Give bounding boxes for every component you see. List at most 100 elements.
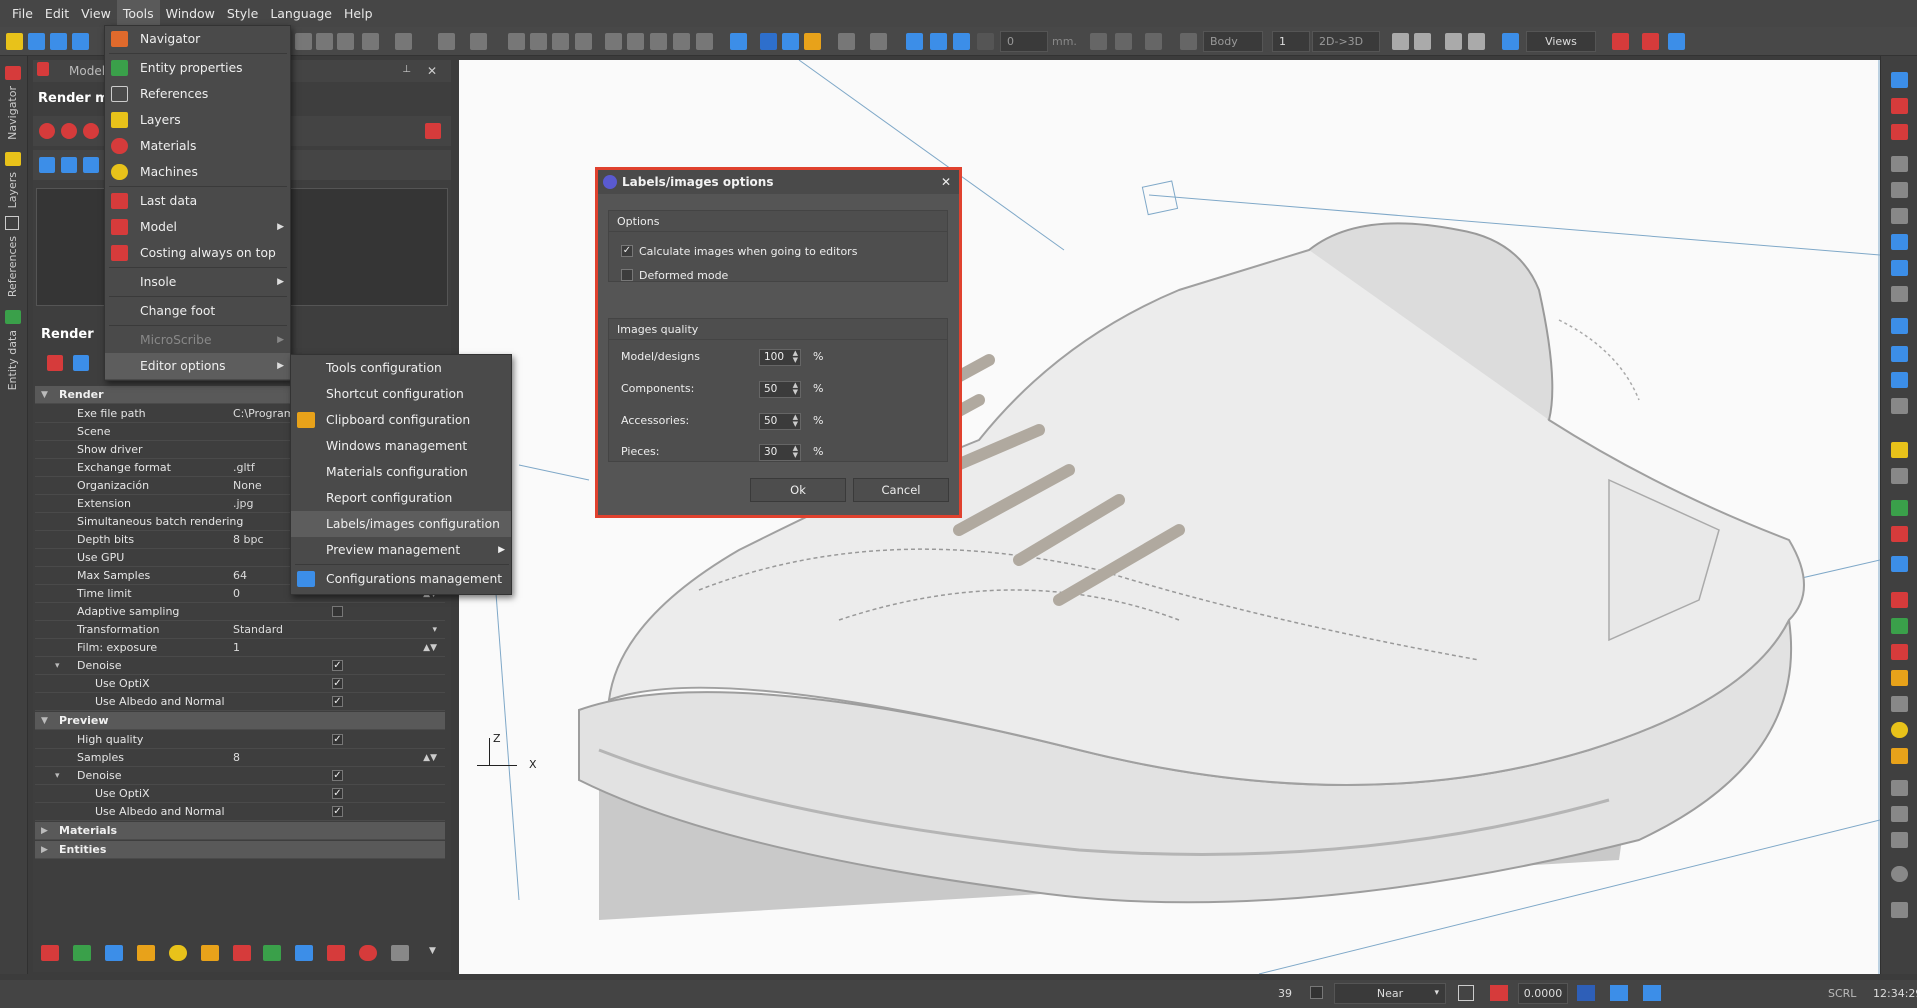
point-icon[interactable] [395,33,412,50]
lock-icon[interactable] [804,33,821,50]
snap-icon[interactable] [870,33,887,50]
angle-icon[interactable] [838,33,855,50]
optix-checkbox[interactable]: ✓ [332,788,343,799]
collapse-icon[interactable]: ▾ [55,767,60,785]
tab-navigator[interactable]: Navigator [6,86,19,140]
right-tool-24-icon[interactable] [1891,722,1908,738]
spin-arrows-icon[interactable]: ▲ ▼ [793,382,798,396]
menu-tools[interactable]: Tools [116,0,160,27]
prop-value[interactable]: 0 [233,585,240,603]
ruler-icon[interactable] [575,33,592,50]
list-icon[interactable] [1668,33,1685,50]
sync-icon[interactable] [1610,985,1628,1001]
menu-item-machines[interactable]: Machines [105,159,290,185]
spin-icon[interactable]: ▲▼ [423,749,437,767]
spin-arrows-icon[interactable]: ▲ ▼ [793,350,798,364]
right-tool-18-icon[interactable] [1891,556,1908,572]
shoe-side-icon[interactable] [1445,33,1462,50]
menu-view[interactable]: View [75,0,117,27]
tool-1-icon[interactable] [41,945,59,961]
menu-window[interactable]: Window [160,0,221,27]
dropdown-icon[interactable]: ▾ [432,621,437,639]
submenu-shortcut-configuration[interactable]: Shortcut configuration [291,381,511,407]
rect-icon[interactable] [627,33,644,50]
count-field[interactable]: 1 [1272,31,1310,52]
shoe-top-icon[interactable] [1468,33,1485,50]
components-spinbox[interactable]: 50 ▲ ▼ [759,381,801,398]
calculate-images-checkbox[interactable]: ✓ [621,245,633,257]
save-as-icon[interactable] [50,33,67,50]
prop-row[interactable]: ▾ Denoise ✓ [35,657,445,675]
save-icon[interactable] [28,33,45,50]
menu-edit[interactable]: Edit [39,0,75,27]
prop-value[interactable]: 64 [233,567,247,585]
square-icon[interactable] [977,33,994,50]
menu-style[interactable]: Style [221,0,264,27]
body-icon[interactable] [1180,33,1197,50]
menu-item-editor-options[interactable]: Editor options ▶ [105,353,290,379]
right-tool-12-icon[interactable] [1891,372,1908,388]
camera-icon[interactable] [1502,33,1519,50]
open-icon[interactable] [6,33,23,50]
mode-select[interactable]: 2D->3D [1312,31,1380,52]
albedo-normal-checkbox[interactable]: ✓ [332,806,343,817]
right-tool-8-icon[interactable] [1891,260,1908,276]
tab-entity-data[interactable]: Entity data [6,330,19,390]
right-tool-1-icon[interactable] [1891,72,1908,88]
close-icon[interactable]: ✕ [427,64,437,78]
paste-icon[interactable] [337,33,354,50]
model-designs-spinbox[interactable]: 100 ▲ ▼ [759,349,801,366]
grid-status-icon[interactable] [1458,985,1474,1001]
tool-4-icon[interactable] [137,945,155,961]
prop-row[interactable]: Use Albedo and Normal ✓ [35,693,445,711]
ok-button[interactable]: Ok [750,478,846,502]
camera-1-icon[interactable] [39,157,55,173]
menu-item-references[interactable]: References [105,81,290,107]
spin-arrows-icon[interactable]: ▲ ▼ [793,414,798,428]
more-tools-icon[interactable]: ▼ [429,946,436,956]
target-icon[interactable] [508,33,525,50]
scale-icon[interactable] [953,33,970,50]
menu-item-change-foot[interactable]: Change foot [105,298,290,324]
right-tool-21-icon[interactable] [1891,644,1908,660]
denoise-checkbox[interactable]: ✓ [332,770,343,781]
prop-row[interactable]: Adaptive sampling [35,603,445,621]
pencil-icon[interactable] [530,33,547,50]
rotate-icon[interactable] [930,33,947,50]
prop-value[interactable]: Standard [233,621,283,639]
right-tool-10-icon[interactable] [1891,318,1908,334]
cut-icon[interactable] [295,33,312,50]
light-icon[interactable] [1891,866,1908,882]
eu-flag-icon[interactable] [1577,985,1595,1001]
right-tool-15-icon[interactable] [1891,468,1908,484]
right-tool-16-icon[interactable] [1891,500,1908,516]
tab-layers[interactable]: Layers [6,172,19,208]
link-icon[interactable] [605,33,622,50]
right-tool-6-icon[interactable] [1891,208,1908,224]
menu-item-entity-properties[interactable]: Entity properties [105,55,290,81]
section-entities[interactable]: ▶ Entities [35,841,445,859]
right-tool-22-icon[interactable] [1891,670,1908,686]
high-quality-checkbox[interactable]: ✓ [332,734,343,745]
right-tool-26-icon[interactable] [1891,780,1908,796]
tool-7-icon[interactable] [233,945,251,961]
menu-item-costing[interactable]: Costing always on top [105,240,290,266]
prop-row[interactable]: Use OptiX ✓ [35,675,445,693]
tool-3-icon[interactable] [105,945,123,961]
right-tool-7-icon[interactable] [1891,234,1908,250]
transform-icon[interactable] [730,33,747,50]
submenu-preview-management[interactable]: Preview management ▶ [291,537,511,563]
deformed-mode-checkbox[interactable] [621,269,633,281]
tool-10-icon[interactable] [327,945,345,961]
submenu-configurations-management[interactable]: Configurations management [291,566,511,592]
tool-5-icon[interactable] [169,945,187,961]
menu-item-navigator[interactable]: Navigator [105,26,290,52]
spin-icon[interactable]: ▲▼ [423,639,437,657]
flatten-icon[interactable] [1145,33,1162,50]
snap-mode-select[interactable]: Near ▾ [1334,983,1446,1004]
right-tool-13-icon[interactable] [1891,398,1908,414]
lasso-icon[interactable] [782,33,799,50]
prop-value[interactable]: C:\Program [233,405,295,423]
render-camera-icon[interactable] [73,355,89,371]
body-select[interactable]: Body [1203,31,1263,52]
